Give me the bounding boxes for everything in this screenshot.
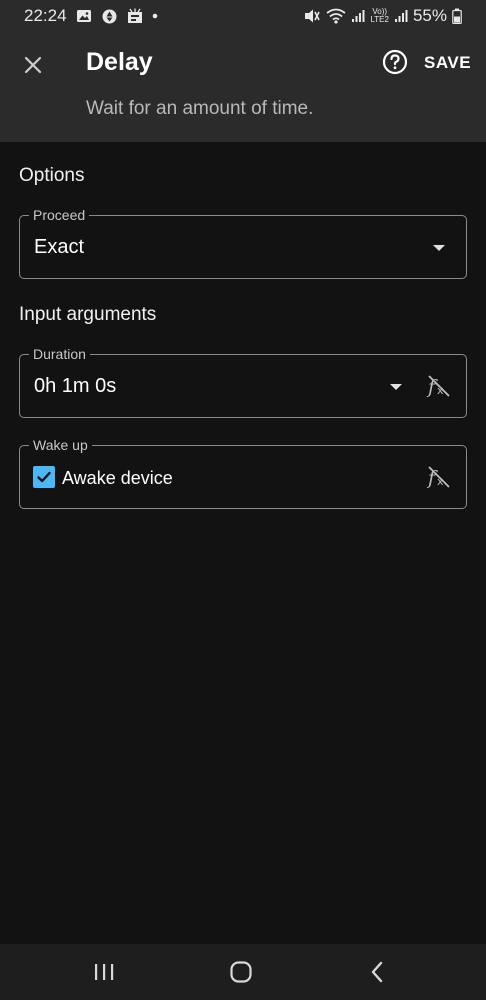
awake-device-checkbox[interactable] [33, 466, 55, 488]
formula-toggle-button[interactable]: f x [424, 462, 454, 492]
close-icon [24, 56, 42, 74]
status-time: 22:24 [24, 6, 67, 25]
awake-device-label[interactable]: Awake device [62, 468, 173, 489]
page-subtitle: Wait for an amount of time. [86, 98, 314, 119]
signal-icon-2 [394, 9, 408, 23]
news-icon [127, 8, 143, 24]
wifi-icon [326, 8, 346, 24]
proceed-value: Exact [34, 236, 85, 258]
home-button[interactable] [221, 956, 261, 988]
battery-icon [452, 8, 462, 24]
duration-field[interactable]: Duration 0h 1m 0s f x [19, 345, 467, 418]
wakeup-label: Wake up [29, 436, 92, 454]
formula-toggle-button[interactable]: f x [424, 371, 454, 401]
home-icon [230, 961, 252, 983]
dot-icon [152, 13, 158, 19]
wakeup-field: Wake up Awake device f x [19, 436, 467, 509]
app-bar: Delay SAVE Wait for an amount of time. [0, 32, 486, 142]
options-section-title: Options [19, 165, 85, 186]
save-button[interactable]: SAVE [424, 51, 471, 75]
signal-icon [351, 9, 365, 23]
proceed-label: Proceed [29, 206, 90, 224]
mute-icon [303, 8, 321, 24]
system-nav-bar [0, 944, 486, 1000]
duration-value: 0h 1m 0s [34, 375, 117, 397]
battery-percent: 55% [412, 6, 447, 25]
recent-apps-icon [95, 964, 114, 980]
dropdown-arrow-icon[interactable] [390, 384, 402, 390]
help-button[interactable] [379, 46, 411, 78]
proceed-dropdown[interactable]: Proceed Exact [19, 206, 467, 279]
formula-off-icon: f x [426, 375, 450, 398]
screen: 22:24 Vo)) LTE2 55% Delay SAVE Wait for … [0, 0, 486, 1000]
check-icon [37, 471, 51, 483]
formula-off-icon: f x [426, 466, 450, 489]
back-icon [371, 961, 383, 983]
help-icon [382, 49, 408, 75]
gallery-icon [76, 8, 92, 24]
sync-icon [101, 8, 118, 25]
back-button[interactable] [357, 956, 397, 988]
dropdown-arrow-icon [433, 245, 445, 251]
close-button[interactable] [14, 46, 52, 84]
lte-indicator: Vo)) LTE2 [370, 7, 389, 24]
recent-apps-button[interactable] [84, 956, 124, 988]
duration-label: Duration [29, 345, 90, 363]
status-bar: 22:24 Vo)) LTE2 55% [0, 0, 486, 32]
page-title: Delay [86, 48, 153, 76]
input-arguments-section-title: Input arguments [19, 304, 157, 325]
